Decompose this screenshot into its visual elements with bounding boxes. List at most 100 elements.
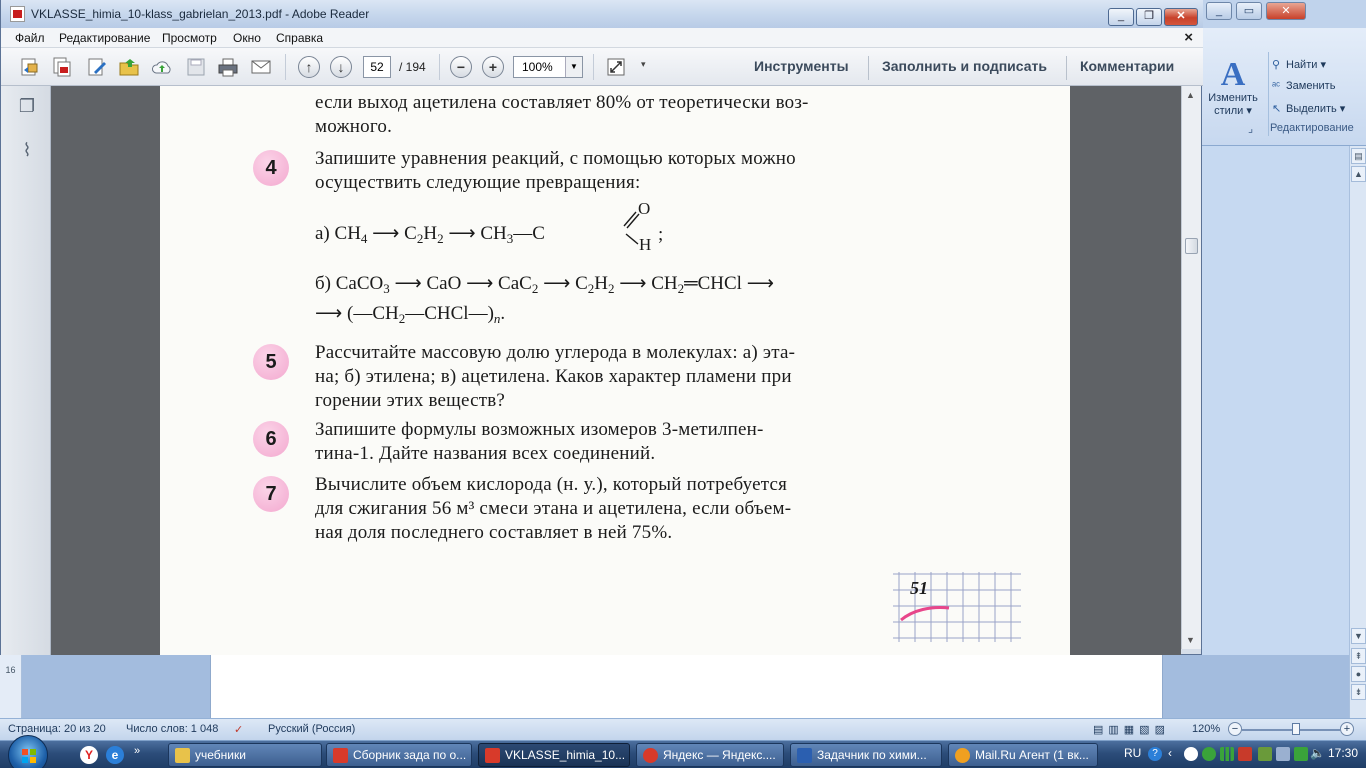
zoom-out-icon[interactable]: − <box>1228 722 1242 736</box>
taskbar-item[interactable]: Яндекс — Яндекс.... <box>636 743 784 767</box>
scroll-up-arrow-icon[interactable]: ▲ <box>1186 90 1195 100</box>
word-minimize-button[interactable]: _ <box>1206 2 1232 20</box>
taskbar-item[interactable]: Mail.Ru Агент (1 вк... <box>948 743 1098 767</box>
page-number-input[interactable]: 52 <box>363 56 391 78</box>
language-indicator[interactable]: RU <box>1124 746 1141 760</box>
fill-sign-link[interactable]: Заполнить и подписать <box>882 58 1047 74</box>
styles-icon: A <box>1220 56 1246 93</box>
task-text: тина-1. Дайте названия всех соединений. <box>315 443 656 464</box>
tray-expand-icon[interactable]: ‹ <box>1168 746 1172 760</box>
scroll-thumb[interactable] <box>1185 238 1198 254</box>
print-icon[interactable] <box>217 56 239 78</box>
menu-window[interactable]: Окно <box>233 31 261 45</box>
word-page[interactable] <box>210 655 1163 718</box>
scroll-down-arrow-icon[interactable]: ▼ <box>1351 628 1366 644</box>
toolbar: ↑ ↓ 52 / 194 − + 100% ▼ ▾ Инструменты Зап… <box>1 48 1203 86</box>
replace-icon: ᵃᶜ <box>1272 80 1280 92</box>
styles-label-1: Изменить <box>1208 92 1258 104</box>
change-styles-button[interactable]: A Изменить стили ▾ <box>1204 52 1262 146</box>
update-icon[interactable] <box>1202 747 1216 761</box>
quick-launch-more-icon[interactable]: » <box>134 745 140 757</box>
signal-bars-icon[interactable] <box>1220 747 1234 761</box>
word-ribbon: A Изменить стили ▾ ⚲ Найти ▾ ᵃᶜ Заменить ↖… <box>1202 28 1366 146</box>
network-icon[interactable] <box>1276 747 1290 761</box>
help-icon[interactable]: ? <box>1148 747 1162 761</box>
word-maximize-button[interactable]: ▭ <box>1236 2 1262 20</box>
menu-file[interactable]: Файл <box>15 31 45 45</box>
spellcheck-icon[interactable]: ✓ <box>234 723 243 736</box>
zoom-select[interactable]: 100% ▼ <box>513 56 583 78</box>
yandex-browser-icon[interactable]: Y <box>80 746 98 764</box>
status-words[interactable]: Число слов: 1 048 <box>126 723 218 735</box>
styles-launcher-icon[interactable]: ⌟ <box>1248 122 1253 135</box>
folder-icon <box>175 748 190 763</box>
zoom-out-button[interactable]: − <box>450 56 472 78</box>
minimize-button[interactable]: _ <box>1108 8 1134 26</box>
close-button[interactable]: ✕ <box>1164 8 1198 26</box>
word-vertical-scrollbar[interactable]: ▤ ▲ ▼ ⇞ ● ⇟ <box>1349 146 1366 718</box>
next-page-button[interactable]: ↓ <box>330 56 352 78</box>
customize-toolbar-icon[interactable]: ▾ <box>641 59 646 70</box>
page-thumbnails-icon[interactable]: ❐ <box>17 96 37 118</box>
comments-link[interactable]: Комментарии <box>1080 58 1174 74</box>
scroll-up-arrow-icon[interactable]: ▲ <box>1351 166 1366 182</box>
antivirus-icon[interactable] <box>1238 747 1252 761</box>
internet-explorer-icon[interactable]: e <box>106 746 124 764</box>
zoom-thumb[interactable] <box>1292 723 1300 735</box>
open-folder-icon[interactable] <box>118 56 140 78</box>
taskbar-item-active[interactable]: VKLASSE_himia_10... <box>478 743 630 767</box>
taskbar-item[interactable]: учебники <box>168 743 322 767</box>
next-page-icon[interactable]: ⇟ <box>1351 684 1366 700</box>
status-zoom[interactable]: 120% <box>1192 723 1220 735</box>
clock[interactable]: 17:30 <box>1328 746 1358 760</box>
taskbar-item[interactable]: Сборник зада по о... <box>326 743 472 767</box>
taskbar-item-label: Яндекс — Яндекс.... <box>663 748 776 762</box>
reaction-chain-b-cont: ⟶ (—CH2—CHCl—)n. <box>315 303 506 326</box>
save-icon[interactable] <box>185 56 207 78</box>
browse-object-icon[interactable]: ● <box>1351 666 1366 682</box>
menu-edit[interactable]: Редактирование <box>59 31 150 45</box>
taskbar-item-label: Сборник зада по о... <box>353 748 467 762</box>
email-icon[interactable] <box>250 56 272 78</box>
restore-button[interactable]: ❐ <box>1136 8 1162 26</box>
start-button[interactable] <box>8 735 48 768</box>
usb-device-icon[interactable] <box>1258 747 1272 761</box>
binoculars-icon: ⚲ <box>1272 59 1281 71</box>
menu-help[interactable]: Справка <box>276 31 323 45</box>
zoom-slider[interactable]: − + <box>1228 722 1354 736</box>
status-language[interactable]: Русский (Россия) <box>268 723 355 735</box>
combine-pdf-icon[interactable] <box>51 56 73 78</box>
prev-page-button[interactable]: ↑ <box>298 56 320 78</box>
scroll-down-arrow-icon[interactable]: ▼ <box>1186 635 1195 645</box>
reader-titlebar[interactable]: VKLASSE_himia_10-klass_gabrielan_2013.pd… <box>1 0 1203 28</box>
chevron-down-icon[interactable]: ▼ <box>565 57 582 77</box>
status-page[interactable]: Страница: 20 из 20 <box>8 723 106 735</box>
vertical-scrollbar[interactable]: ▲ ▼ <box>1181 86 1201 649</box>
edit-pdf-icon[interactable] <box>86 56 108 78</box>
zoom-in-button[interactable]: + <box>482 56 504 78</box>
volume-icon[interactable]: 🔈 <box>1310 746 1325 760</box>
skype-icon[interactable] <box>1184 747 1198 761</box>
prev-page-icon[interactable]: ⇞ <box>1351 648 1366 664</box>
view-buttons-icon[interactable]: ▤▥▦▧▨ <box>1093 723 1170 736</box>
attachments-paperclip-icon[interactable]: ⌇ <box>17 140 37 162</box>
toolbar-separator <box>1066 56 1067 80</box>
battery-icon[interactable] <box>1294 747 1308 761</box>
toolbar-separator <box>593 54 594 80</box>
ruler-toggle-icon[interactable]: ▤ <box>1351 148 1366 164</box>
cloud-upload-icon[interactable] <box>151 56 173 78</box>
word-close-button[interactable]: ✕ <box>1266 2 1306 20</box>
select-button[interactable]: ↖ Выделить ▾ <box>1272 102 1345 115</box>
task-number-badge: 5 <box>253 344 289 380</box>
menu-view[interactable]: Просмотр <box>162 31 217 45</box>
taskbar-item[interactable]: Задачник по хими... <box>790 743 942 767</box>
close-document-icon[interactable]: × <box>1184 29 1193 46</box>
toolbar-separator <box>868 56 869 80</box>
find-button[interactable]: ⚲ Найти ▾ <box>1272 58 1326 71</box>
task-text: горении этих веществ? <box>315 390 506 411</box>
fit-page-icon[interactable] <box>605 56 627 78</box>
replace-button[interactable]: ᵃᶜ Заменить <box>1272 80 1335 92</box>
zoom-in-icon[interactable]: + <box>1340 722 1354 736</box>
create-pdf-icon[interactable] <box>19 56 41 78</box>
tools-link[interactable]: Инструменты <box>754 58 849 74</box>
